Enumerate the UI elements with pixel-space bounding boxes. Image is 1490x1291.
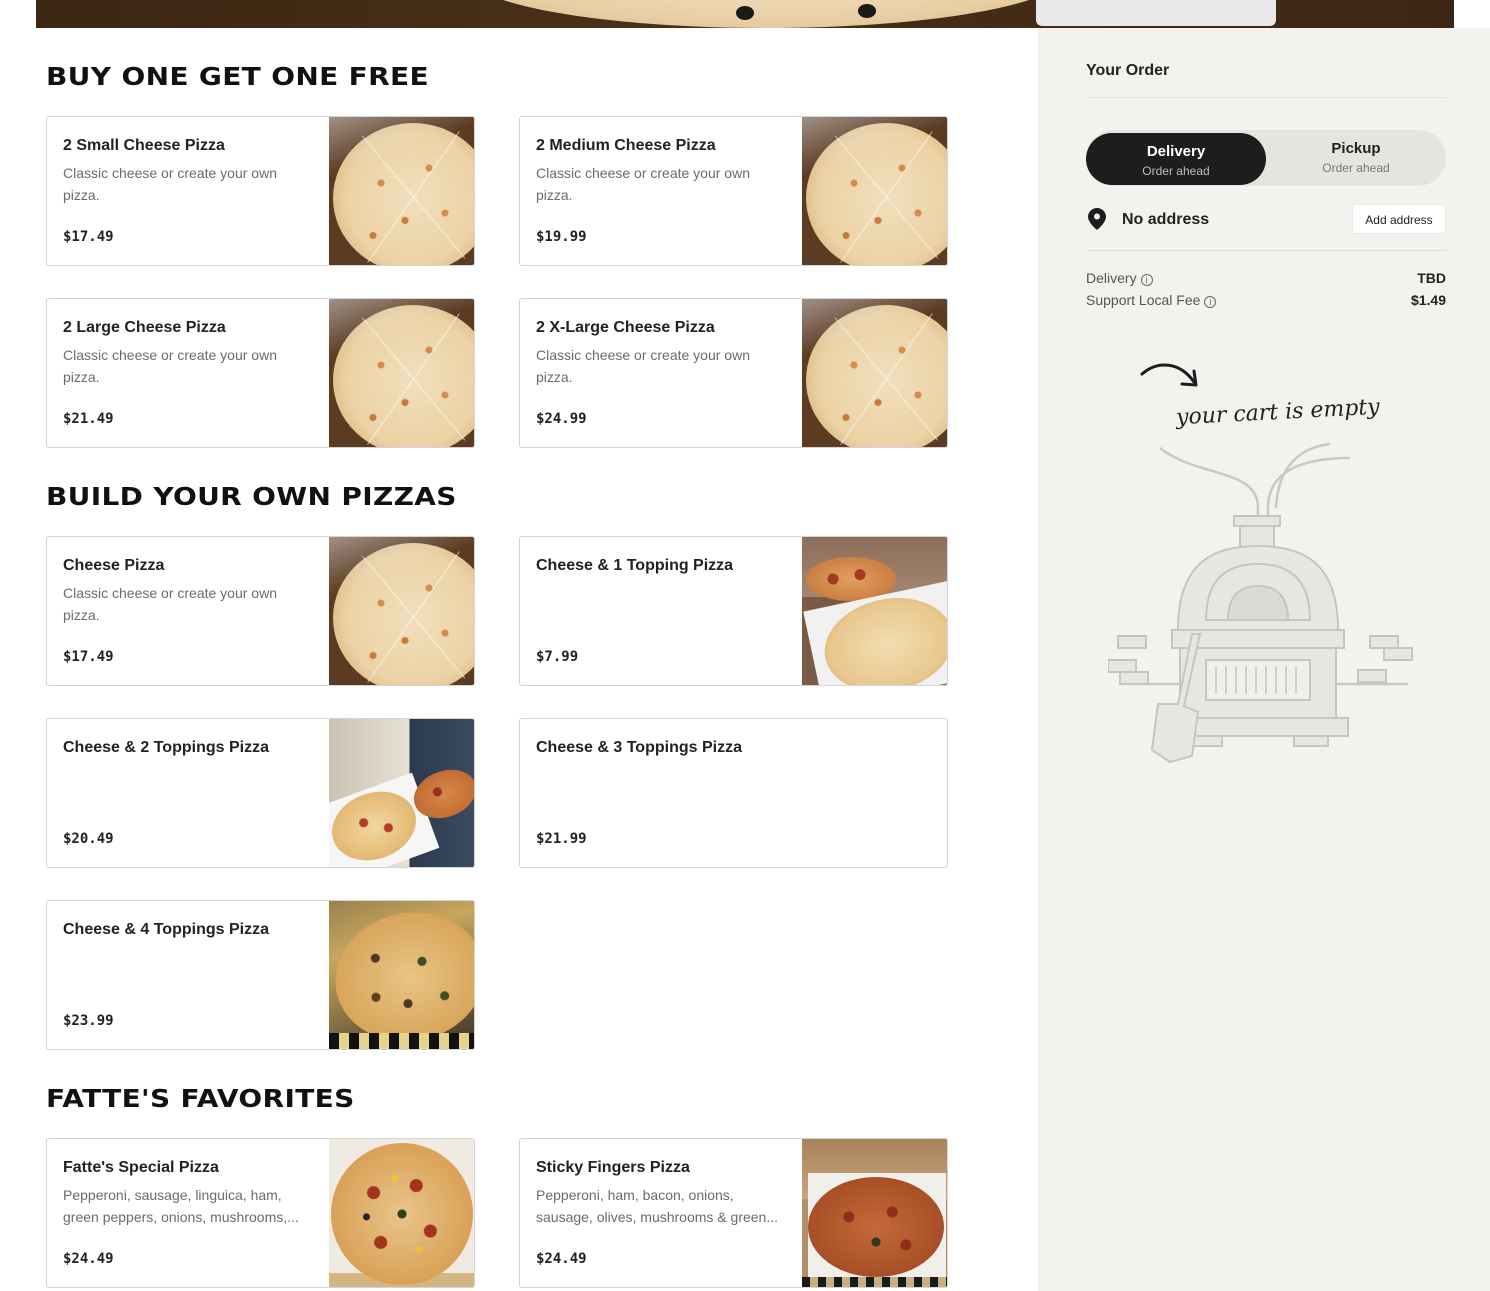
pickup-option-label: Pickup <box>1331 140 1381 157</box>
menu-item-card[interactable]: 2 Large Cheese Pizza Classic cheese or c… <box>46 298 475 448</box>
location-pin-icon <box>1088 208 1106 230</box>
item-name: Cheese & 4 Toppings Pizza <box>63 921 269 938</box>
pickup-option-sub: Order ahead <box>1322 161 1390 175</box>
item-description: Classic cheese or create your own pizza. <box>63 347 277 385</box>
item-image <box>329 537 474 685</box>
fulfillment-toggle: Delivery Order ahead Pickup Order ahead <box>1086 130 1446 186</box>
item-image <box>802 117 947 265</box>
item-price: $17.49 <box>63 649 114 665</box>
item-description: Pepperoni, sausage, linguica, ham, green… <box>63 1187 299 1225</box>
menu-content: BUY ONE GET ONE FREE 2 Small Cheese Pizz… <box>0 28 1038 1291</box>
item-name: Sticky Fingers Pizza <box>536 1159 690 1176</box>
item-name: Cheese & 1 Topping Pizza <box>536 557 734 574</box>
delivery-option[interactable]: Delivery Order ahead <box>1086 133 1266 185</box>
menu-item-card[interactable]: Cheese & 4 Toppings Pizza $23.99 <box>46 900 475 1050</box>
address-label: No address <box>1122 211 1210 228</box>
fee-value: $1.49 <box>1410 292 1446 308</box>
menu-item-card[interactable]: 2 Medium Cheese Pizza Classic cheese or … <box>519 116 948 266</box>
item-price: $24.99 <box>536 411 587 427</box>
section-title-bogo: BUY ONE GET ONE FREE <box>46 62 429 91</box>
menu-item-card[interactable]: 2 X-Large Cheese Pizza Classic cheese or… <box>519 298 948 448</box>
item-name: Cheese & 2 Toppings Pizza <box>63 739 269 756</box>
item-name: Fatte's Special Pizza <box>63 1159 219 1176</box>
item-image <box>802 537 947 685</box>
item-price: $17.49 <box>63 229 114 245</box>
item-price: $24.49 <box>63 1251 114 1267</box>
pizza-oven-illustration <box>1108 442 1413 764</box>
item-description: Classic cheese or create your own pizza. <box>63 585 277 623</box>
item-price: $21.99 <box>536 831 587 847</box>
menu-item-card[interactable]: Cheese & 1 Topping Pizza $7.99 <box>519 536 948 686</box>
fee-label: Delivery <box>1086 270 1137 286</box>
item-image <box>329 117 474 265</box>
menu-item-card[interactable]: Fatte's Special Pizza Pepperoni, sausage… <box>46 1138 475 1288</box>
item-name: 2 X-Large Cheese Pizza <box>536 319 715 336</box>
section-title-build-your-own: BUILD YOUR OWN PIZZAS <box>46 482 457 511</box>
add-address-button[interactable]: Add address <box>1352 204 1446 234</box>
item-description: Classic cheese or create your own pizza. <box>63 165 277 203</box>
item-image <box>802 299 947 447</box>
item-description: Classic cheese or create your own pizza. <box>536 347 750 385</box>
item-name: Cheese & 3 Toppings Pizza <box>536 739 742 756</box>
menu-item-card[interactable]: Sticky Fingers Pizza Pepperoni, ham, bac… <box>519 1138 948 1288</box>
delivery-option-label: Delivery <box>1146 143 1206 160</box>
item-price: $20.49 <box>63 831 114 847</box>
item-image <box>329 719 474 867</box>
item-image <box>329 901 474 1049</box>
pickup-option[interactable]: Pickup Order ahead <box>1266 130 1446 186</box>
hero-banner-image <box>36 0 1454 28</box>
item-price: $24.49 <box>536 1251 587 1267</box>
fee-row-support-local: Support Local Fee i $1.49 <box>1086 292 1446 312</box>
item-price: $19.99 <box>536 229 587 245</box>
item-image <box>802 1139 947 1287</box>
item-description: Pepperoni, ham, bacon, onions, sausage, … <box>536 1187 779 1225</box>
order-sidebar: Your Order Delivery Order ahead Pickup O… <box>1038 28 1490 1291</box>
info-icon[interactable]: i <box>1204 296 1217 308</box>
fee-row-delivery: Delivery i TBD <box>1086 270 1446 290</box>
item-name: 2 Large Cheese Pizza <box>63 319 226 336</box>
item-price: $7.99 <box>536 649 579 665</box>
order-title: Your Order <box>1086 62 1170 79</box>
menu-item-card[interactable]: Cheese & 2 Toppings Pizza $20.49 <box>46 718 475 868</box>
fee-label: Support Local Fee <box>1086 292 1201 308</box>
item-image <box>329 299 474 447</box>
section-title-fattes-favorites: FATTE'S FAVORITES <box>46 1084 355 1113</box>
item-description: Classic cheese or create your own pizza. <box>536 165 750 203</box>
menu-item-card[interactable]: 2 Small Cheese Pizza Classic cheese or c… <box>46 116 475 266</box>
delivery-option-sub: Order ahead <box>1142 164 1210 178</box>
item-name: Cheese Pizza <box>63 557 165 574</box>
item-name: 2 Small Cheese Pizza <box>63 137 225 154</box>
item-price: $23.99 <box>63 1013 114 1029</box>
item-name: 2 Medium Cheese Pizza <box>536 137 716 154</box>
info-icon[interactable]: i <box>1140 274 1153 286</box>
item-image <box>329 1139 474 1287</box>
menu-item-card[interactable]: Cheese & 3 Toppings Pizza $21.99 <box>519 718 948 868</box>
address-row: No address Add address <box>1086 204 1446 236</box>
divider <box>1086 97 1446 98</box>
item-price: $21.49 <box>63 411 114 427</box>
divider <box>1086 250 1446 251</box>
menu-item-card[interactable]: Cheese Pizza Classic cheese or create yo… <box>46 536 475 686</box>
fee-value: TBD <box>1417 270 1446 286</box>
